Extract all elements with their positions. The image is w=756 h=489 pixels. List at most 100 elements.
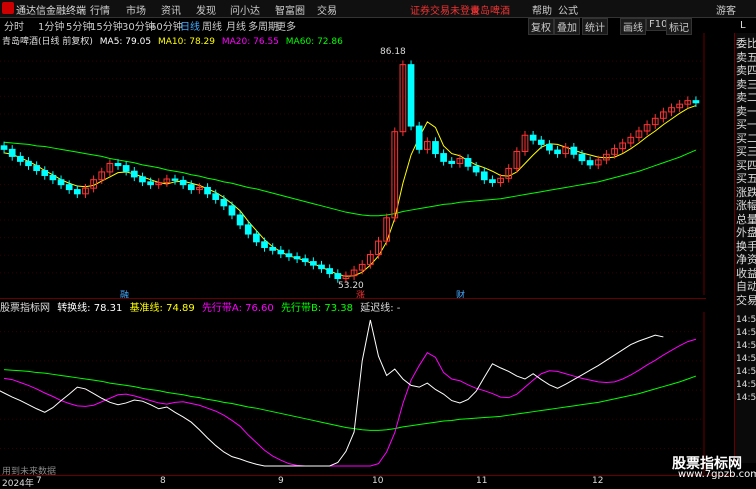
candlesticks [0,60,700,283]
candle-body [586,160,594,166]
candle-body [554,149,561,155]
candle-body [440,153,447,162]
candle-body [293,256,301,260]
candle-body [65,184,73,191]
kline-chart[interactable]: 55.0057.5060.0062.5065.0067.5070.0072.50… [0,33,706,295]
panel-header: L [740,20,746,31]
period-1min[interactable]: 1分钟 [38,18,64,33]
candle-body [17,155,24,162]
panel-time: 14:50 [736,354,756,364]
menu-market[interactable]: 市场 [126,2,146,17]
candle-body [285,253,293,258]
period-monthly[interactable]: 月线 [226,18,246,33]
candle-body [334,273,342,280]
candle-body [187,184,195,191]
candle-body [326,268,334,275]
period-60min[interactable]: 60分钟 [150,18,183,33]
candle-body [269,246,277,251]
period-15min[interactable]: 15分钟 [90,18,123,33]
candle-body [122,165,130,172]
chart-toolbar: 复权 叠加 统计 画线 F10 标记 [524,18,756,35]
ma10-label: MA10: 78.29 [157,37,215,47]
candle-body [33,165,40,172]
candle-body [25,160,32,167]
indicator-legend: 股票指标网 转换线: 78.31 基准线: 74.89 先行带A: 76.60 … [0,298,706,314]
indicator-grid [0,312,705,474]
date-axis: 2024年 7 8 9 10 11 12 [0,475,734,489]
panel-time: 14:50 [736,393,756,403]
candle-body [570,146,578,155]
candle-body [8,148,16,157]
candle-body [147,181,154,186]
span-a-polyline [3,338,697,467]
candle-body [310,261,317,266]
ma60-label: MA60: 72.86 [285,37,343,47]
candle-body [236,214,244,226]
candle-body [57,179,65,186]
panel-time: 14:50 [736,367,756,377]
period-daily[interactable]: 日线 [180,18,200,33]
candle-body [277,249,285,255]
candle-body [171,178,179,181]
candle-body [253,233,260,243]
indicator-chart[interactable]: 60.0065.0070.0075.0080.00 [0,312,706,474]
period-5min[interactable]: 5分钟 [66,18,92,33]
menu-trade[interactable]: 交易 [317,2,337,17]
candle-body [415,125,423,150]
menu-ask[interactable]: 问小达 [230,2,260,17]
candle-body [114,162,122,167]
high-annotation: 86.18 [380,47,406,57]
panel-time: 14:50 [736,328,756,338]
candle-body [301,258,309,263]
lagging-polyline [0,319,664,467]
period-timeshare[interactable]: 分时 [4,18,24,33]
candle-body [179,179,187,186]
candle-body [537,139,545,145]
candle-body [49,174,57,181]
menu-discover[interactable]: 发现 [196,2,216,17]
period-multi[interactable]: 多周期 [248,18,278,33]
candle-body [318,264,325,270]
panel-time: 14:50 [736,315,756,325]
menu-news[interactable]: 资讯 [161,2,181,17]
panel-time: 14:50 [736,341,756,351]
menu-help[interactable]: 帮助 [532,2,552,17]
period-weekly[interactable]: 周线 [202,18,222,33]
date-sep: 9 [278,476,284,486]
quote-panel: 委比 卖五 卖四 卖三 卖二 卖一 买一 买二 买三 买四 买五 涨跌 涨幅 总量 外盘 换手 净资 收益 自动 交易… [734,33,756,463]
date-jul: 7 [36,476,42,486]
period-bar: 分时 1分钟 5分钟 15分钟 30分钟 60分钟 日线 周线 月线 多周期 更… [0,18,300,33]
candle-body [73,189,81,195]
candle-body [244,224,252,235]
watermark-url: www.7gpzb.com [678,469,756,480]
candle-body [472,165,480,173]
ma5-label: MA5: 79.05 [99,37,152,47]
menu-formula[interactable]: 公式 [558,2,578,17]
notice-stock: 青岛啤酒 [470,6,510,17]
date-year: 2024年 [2,479,34,489]
candle-body [228,205,236,216]
candle-body [0,145,8,150]
period-more[interactable]: 更多 [276,18,296,33]
app-logo-icon [2,2,14,14]
guest-label[interactable]: 游客 [716,2,736,17]
candle-body [692,100,700,104]
menu-quotes[interactable]: 行情 [90,2,110,17]
app-title: 通达信金融终端 [16,6,86,17]
panel-label: 交易 [736,293,756,307]
candle-body [139,176,146,183]
chart-legend: 青岛啤酒(日线 前复权) MA5: 79.05 MA10: 78.29 MA20… [2,34,343,47]
candle-body [578,153,586,162]
candle-body [220,198,228,207]
candle-body [130,170,138,178]
span-b-polyline [4,369,697,431]
ma60-polyline [4,141,697,217]
candle-body [480,171,488,181]
menu-wealth[interactable]: 智富圈 [275,2,305,17]
date-oct: 10 [372,476,384,486]
indicator-lines [0,319,697,467]
candle-body [407,64,415,127]
date-aug: 8 [160,476,166,486]
candle-body [204,186,211,195]
candle-body [432,141,439,155]
